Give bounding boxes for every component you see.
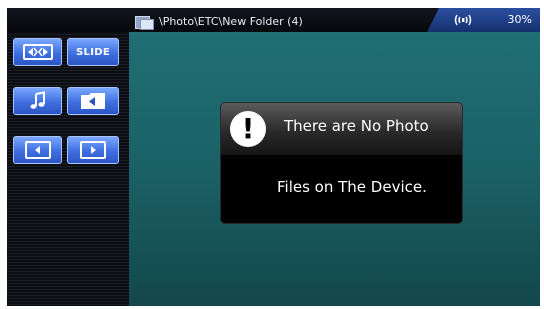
device-screen: \Photo\ETC\New Folder (4) 30% SLIDE ! Th… [7, 8, 540, 306]
dialog-message-line1: There are No Photo [284, 117, 429, 135]
folder-back-button[interactable] [67, 87, 119, 115]
no-photo-dialog: ! There are No Photo Files on The Device… [220, 102, 463, 224]
battery-level: 30% [507, 13, 532, 26]
music-note-icon [30, 91, 45, 109]
next-button[interactable] [67, 136, 119, 164]
previous-button[interactable] [13, 136, 62, 164]
slide-button-label: SLIDE [76, 46, 110, 58]
arrow-right-icon [80, 141, 106, 159]
status-area: 30% [427, 8, 540, 32]
folder-path-text: \Photo\ETC\New Folder (4) [159, 14, 303, 28]
dialog-header: ! There are No Photo [221, 103, 462, 155]
alert-exclamation-icon: ! [230, 111, 266, 147]
folder-path: \Photo\ETC\New Folder (4) [135, 13, 303, 30]
slide-button[interactable]: SLIDE [67, 38, 119, 66]
fullscreen-button[interactable] [13, 38, 62, 66]
fullscreen-arrows-icon [22, 44, 53, 60]
arrow-left-icon [24, 141, 51, 159]
folder-arrow-icon [81, 93, 105, 109]
wifi-signal-icon [454, 14, 472, 26]
dialog-message-line2: Files on The Device. [277, 178, 427, 196]
music-button[interactable] [13, 87, 62, 115]
top-bar: \Photo\ETC\New Folder (4) 30% [7, 8, 540, 32]
folder-icon [135, 15, 154, 30]
sidebar: SLIDE [7, 32, 129, 306]
